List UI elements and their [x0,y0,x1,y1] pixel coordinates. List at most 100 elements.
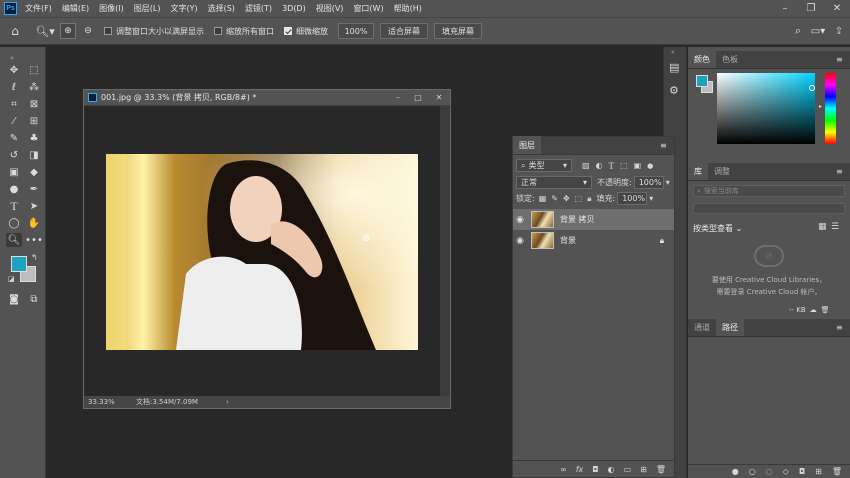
swap-colors-icon[interactable]: ↰ [31,253,38,262]
status-menu-arrow-icon[interactable]: › [226,398,229,406]
view-by-type-dropdown[interactable]: 按类型查看 ⌄ [693,223,742,234]
load-selection-icon[interactable]: ◌ [766,467,773,476]
gradient-tool-icon[interactable]: ▣ [6,165,22,179]
history-brush-tool-icon[interactable]: ↺ [6,148,22,162]
menu-type[interactable]: 文字(Y) [170,3,197,14]
lock-transparent-icon[interactable]: ▦ [539,194,547,203]
layer-row[interactable]: ◉ 背景 拷贝 [513,209,674,230]
healing-brush-tool-icon[interactable]: ⊞ [26,114,42,128]
tab-channels[interactable]: 通道 [688,318,716,336]
layer-style-icon[interactable]: fx [576,465,584,474]
tab-swatches[interactable]: 色板 [716,50,744,68]
properties-panel-icon[interactable]: ⚙ [669,84,679,97]
pen-tool-icon[interactable]: ✒ [26,182,42,196]
stroke-path-icon[interactable]: ○ [749,467,756,476]
make-path-icon[interactable]: ◇ [783,467,789,476]
zoom-in-icon[interactable]: ⊕ [60,23,76,39]
lock-artboard-icon[interactable]: ⬚ [575,194,583,203]
zoom-tool-preset-icon[interactable]: 🔍︎▾ [30,25,60,38]
color-panel-foreground-swatch[interactable] [696,75,708,87]
tab-libraries[interactable]: 库 [688,162,708,180]
canvas-area[interactable]: ⊕ [84,106,440,396]
opacity-dropdown-icon[interactable]: ▾ [666,178,670,187]
adjustment-layer-icon[interactable]: ◐ [608,465,615,474]
filter-type-icon[interactable]: T [609,161,615,171]
home-icon[interactable]: ⌂ [0,24,30,38]
panel-menu-icon[interactable]: ≡ [836,323,850,332]
eraser-tool-icon[interactable]: ◨ [26,148,42,162]
dodge-tool-icon[interactable]: ● [6,182,22,196]
path-selection-tool-icon[interactable]: ➤ [26,199,42,213]
doc-close-icon[interactable]: ✕ [428,93,450,102]
lock-pixels-icon[interactable]: ✎ [551,194,558,203]
menu-filter[interactable]: 滤镜(T) [245,3,272,14]
tab-layers[interactable]: 图层 [513,136,541,154]
document-title-bar[interactable]: 001.jpg @ 33.3% (背景 拷贝, RGB/8#) * – □ ✕ [84,90,450,106]
fill-path-icon[interactable]: ● [732,467,739,476]
zoom-tool-icon[interactable]: 🔍︎ [6,233,22,247]
type-tool-icon[interactable]: T [6,199,22,213]
color-picker-handle[interactable] [809,85,815,91]
menu-3d[interactable]: 3D(D) [282,4,306,13]
zoom-level[interactable]: 33.33% [84,398,136,406]
zoom-out-icon[interactable]: ⊖ [80,26,96,36]
add-mask-icon[interactable]: ◘ [799,467,805,476]
crop-tool-icon[interactable]: ⌗ [6,97,22,111]
link-layers-icon[interactable]: ∞ [560,465,567,474]
collapse-arrows-icon[interactable]: « [671,49,675,56]
layer-row[interactable]: ◉ 背景 🔒︎ [513,230,674,251]
default-colors-icon[interactable]: ◪ [8,275,15,283]
library-search-input[interactable]: ⌕ 搜索当前库 [693,185,845,197]
new-group-icon[interactable]: ▭ [624,465,632,474]
fill-input[interactable]: 100% [617,192,648,205]
clone-stamp-tool-icon[interactable]: ♣ [26,131,42,145]
visibility-eye-icon[interactable]: ◉ [513,236,527,246]
menu-file[interactable]: 文件(F) [25,3,52,14]
list-view-icon[interactable]: ☰ [831,222,839,232]
add-mask-icon[interactable]: ◘ [592,465,598,474]
hand-tool-icon[interactable]: ✋ [26,216,42,230]
new-path-icon[interactable]: ⊞ [815,467,822,476]
opacity-input[interactable]: 100% [633,176,664,189]
visibility-eye-icon[interactable]: ◉ [513,215,527,225]
share-icon[interactable]: ⇪ [828,26,850,37]
zoom-all-checkbox[interactable]: 缩放所有窗口 [214,26,274,37]
quick-mask-icon[interactable]: ◙ [6,292,22,306]
menu-edit[interactable]: 编辑(E) [62,3,89,14]
zoom-percent-button[interactable]: 100% [338,23,374,39]
resize-windows-checkbox[interactable]: 调整窗口大小以满屏显示 [104,26,204,37]
history-panel-icon[interactable]: ▤ [669,61,679,74]
frame-tool-icon[interactable]: ⊠ [26,97,42,111]
filter-shape-icon[interactable]: ⬚ [620,161,628,170]
foreground-color-swatch[interactable] [11,256,27,272]
library-select[interactable] [693,203,845,214]
fit-screen-button[interactable]: 适合屏幕 [380,23,428,39]
tab-color[interactable]: 颜色 [688,50,716,68]
lock-position-icon[interactable]: ✥ [563,194,570,203]
doc-minimize-icon[interactable]: – [388,93,408,102]
restore-icon[interactable]: ❐ [798,3,824,14]
menu-select[interactable]: 选择(S) [208,3,235,14]
shape-tool-icon[interactable]: ◯ [6,216,22,230]
menu-help[interactable]: 帮助(H) [394,3,422,14]
lock-all-icon[interactable]: 🔒︎ [587,194,591,204]
menu-window[interactable]: 窗口(W) [353,3,383,14]
lasso-tool-icon[interactable]: ℓ [6,80,22,94]
search-icon[interactable]: ⌕ [788,24,808,38]
new-layer-icon[interactable]: ⊞ [640,465,647,474]
color-picker-field[interactable] [717,73,815,144]
fill-dropdown-icon[interactable]: ▾ [649,194,653,203]
tab-paths[interactable]: 路径 [716,318,744,336]
delete-icon[interactable]: 🗑︎ [821,306,830,314]
blur-tool-icon[interactable]: ◆ [26,165,42,179]
brush-tool-icon[interactable]: ✎ [6,131,22,145]
filter-toggle-icon[interactable]: ● [647,162,653,170]
filter-pixel-icon[interactable]: ▨ [582,161,590,170]
screen-mode-icon[interactable]: ⧉ [26,292,42,306]
vertical-scrollbar[interactable] [440,106,450,396]
grid-view-icon[interactable]: ▦ [818,222,827,232]
close-icon[interactable]: ✕ [824,3,850,14]
layer-filter-select[interactable]: ⌕ 类型 ▾ [516,159,572,172]
panel-menu-icon[interactable]: ≡ [660,141,674,150]
scrubby-zoom-checkbox[interactable]: 细微缩放 [284,26,328,37]
